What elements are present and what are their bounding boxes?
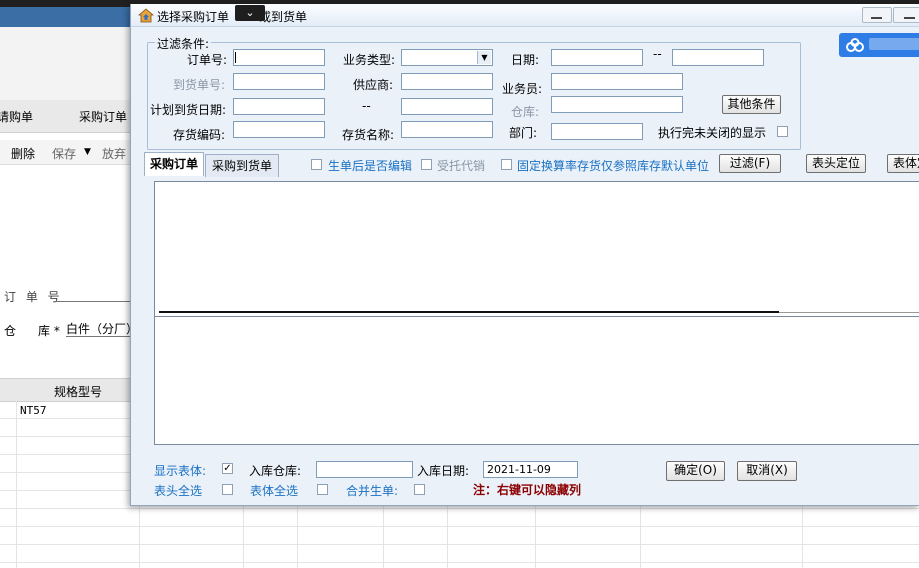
- body-locate-button[interactable]: 表体定位: [887, 154, 919, 173]
- warehouse-label-part1: 仓: [4, 324, 17, 338]
- dialog-title-bar[interactable]: 选择采购订单 或到货单 ⌄: [131, 4, 919, 27]
- fixed-conversion-label: 固定换算率存货仅参照库存默认单位: [517, 159, 710, 173]
- cancel-button[interactable]: 取消(X): [737, 461, 797, 481]
- grid-line: [0, 526, 919, 527]
- arrival-no-label: 到货单号:: [173, 78, 226, 92]
- merge-orders-label: 合并生单:: [346, 484, 399, 498]
- menu-item-purchase-order[interactable]: 采购订单: [79, 108, 127, 125]
- warehouse-input[interactable]: [551, 96, 683, 113]
- save-dropdown-icon[interactable]: ▼: [84, 147, 91, 157]
- filter-button[interactable]: 过滤(F): [719, 154, 781, 173]
- dialog-title: 选择采购订单 或到货单: [157, 10, 308, 24]
- inventory-name-label: 存货名称:: [342, 128, 395, 142]
- background-title-bar: [0, 7, 132, 27]
- warehouse-label-part2: 库 *: [38, 324, 60, 338]
- supplier-label: 供应商:: [353, 78, 394, 92]
- show-body-checkbox[interactable]: ✓: [222, 463, 233, 474]
- order-no-label: 订单号:: [187, 53, 228, 67]
- date-label: 日期:: [511, 53, 540, 67]
- show-unclosed-checkbox[interactable]: [777, 126, 788, 137]
- clerk-label: 业务员:: [502, 82, 543, 96]
- inbound-date-label: 入库日期:: [417, 464, 470, 478]
- spec-model-cell[interactable]: NT57: [20, 404, 47, 417]
- planned-date-from-input[interactable]: [233, 98, 325, 115]
- delete-button[interactable]: 删除: [11, 145, 35, 162]
- inventory-code-input[interactable]: [233, 121, 325, 138]
- order-no-input[interactable]: [233, 49, 325, 66]
- show-unclosed-label: 执行完未关闭的显示: [658, 126, 767, 140]
- order-header-grid[interactable]: [154, 181, 919, 318]
- inventory-name-input[interactable]: [401, 121, 493, 138]
- grid-line: [16, 400, 17, 568]
- planned-arrival-date-label: 计划到货日期:: [150, 103, 227, 117]
- supplier-input[interactable]: [401, 73, 493, 90]
- grid-line: [0, 562, 919, 563]
- background-menu-bar: 请购单 采购订单: [0, 100, 132, 133]
- department-label: 部门:: [509, 126, 538, 140]
- background-ribbon: [0, 27, 132, 101]
- grid-splitter[interactable]: [159, 311, 779, 313]
- other-conditions-button[interactable]: 其他条件: [722, 95, 781, 114]
- order-number-field[interactable]: [54, 301, 132, 302]
- filter-group-label: 过滤条件:: [155, 35, 212, 52]
- header-select-all-checkbox[interactable]: [222, 484, 233, 495]
- header-select-all-label: 表头全选: [154, 484, 203, 498]
- background-toolbar: 删除 保存 ▼ 放弃: [0, 140, 132, 165]
- clerk-input[interactable]: [551, 73, 683, 90]
- inbound-warehouse-input[interactable]: [316, 461, 413, 478]
- save-button[interactable]: 保存: [52, 145, 76, 162]
- grid-line: [0, 508, 919, 509]
- show-body-label: 显示表体:: [154, 464, 207, 478]
- tab-purchase-arrival[interactable]: 采购到货单: [205, 154, 279, 177]
- tab-purchase-order[interactable]: 采购订单: [144, 152, 204, 176]
- date-separator: --: [653, 47, 662, 61]
- close-button[interactable]: [893, 7, 919, 23]
- minimize-button[interactable]: [862, 7, 892, 23]
- entrusted-agent-checkbox[interactable]: [421, 159, 432, 170]
- discard-button[interactable]: 放弃: [102, 145, 126, 162]
- inbound-date-input[interactable]: 2021-11-09: [483, 461, 578, 478]
- body-select-all-checkbox[interactable]: [317, 484, 328, 495]
- planned-date-to-input[interactable]: [401, 98, 493, 115]
- planned-date-separator: --: [362, 99, 371, 113]
- business-type-select[interactable]: ▼: [401, 49, 493, 66]
- chevron-down-icon[interactable]: ⌄: [235, 5, 265, 21]
- date-to-input[interactable]: [672, 49, 764, 66]
- header-locate-button[interactable]: 表头定位: [806, 154, 866, 173]
- chevron-down-icon[interactable]: ▼: [477, 51, 491, 64]
- warehouse-field[interactable]: 白件（分厂）: [66, 320, 132, 337]
- edit-after-generate-checkbox[interactable]: [311, 159, 322, 170]
- arrival-no-input[interactable]: [233, 73, 325, 90]
- body-select-all-label: 表体全选: [250, 484, 299, 498]
- menu-item-purchase-request[interactable]: 请购单: [0, 108, 33, 125]
- date-from-input[interactable]: [551, 49, 643, 66]
- order-number-label: 订 单 号: [4, 290, 63, 304]
- select-order-dialog: 选择采购订单 或到货单 ⌄ 过滤条件: 订单号: 业务类型: ▼ 日期: -- 到…: [130, 4, 919, 506]
- fixed-conversion-checkbox[interactable]: [501, 159, 512, 170]
- warehouse-label: 仓库:: [511, 105, 540, 119]
- entrusted-agent-label: 受托代销: [437, 159, 486, 173]
- order-body-grid[interactable]: [154, 316, 919, 445]
- edit-after-generate-label: 生单后是否编辑: [328, 159, 413, 173]
- grid-line: [0, 544, 919, 545]
- spec-model-column-header[interactable]: 规格型号: [54, 383, 102, 400]
- ok-button[interactable]: 确定(O): [666, 461, 725, 481]
- department-input[interactable]: [551, 123, 643, 140]
- hide-columns-note: 注：右键可以隐藏列: [473, 483, 582, 497]
- inventory-code-label: 存货编码:: [173, 128, 226, 142]
- merge-orders-checkbox[interactable]: [414, 484, 425, 495]
- cloud-logo-icon: [839, 33, 919, 57]
- grid-splitter-extension: [779, 312, 919, 313]
- app-icon: [137, 8, 155, 23]
- business-type-label: 业务类型:: [343, 53, 396, 67]
- background-grid-header: 规格型号: [0, 378, 132, 402]
- inbound-warehouse-label: 入库仓库:: [249, 464, 302, 478]
